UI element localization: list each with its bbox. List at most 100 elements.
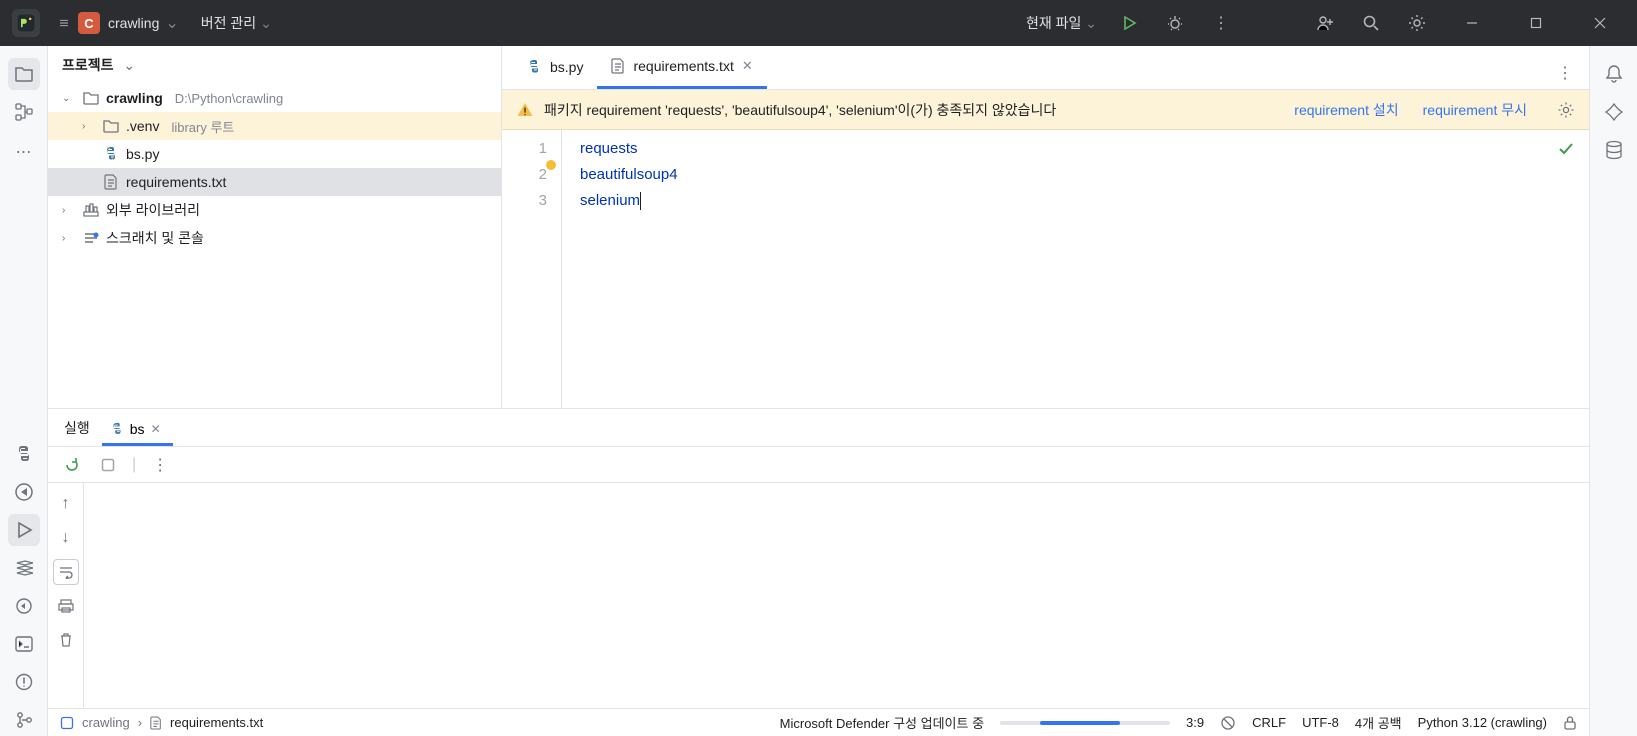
breadcrumb-root: crawling: [82, 715, 130, 730]
title-bar: C crawling ⌄ 버전 관리 ⌄ 현재 파일 ⌄ ⋮: [0, 0, 1637, 46]
caret-right-icon: ›: [62, 233, 76, 244]
ignore-requirement-link[interactable]: requirement 무시: [1423, 100, 1527, 120]
library-icon: [82, 203, 100, 217]
more-tools-button[interactable]: ⋯: [8, 136, 40, 168]
tree-item-requirements[interactable]: requirements.txt: [48, 168, 501, 196]
progress-bar[interactable]: [1000, 721, 1170, 725]
text-cursor: [640, 192, 641, 210]
requirements-banner: 패키지 requirement 'requests', 'beautifulso…: [502, 90, 1589, 130]
progress-label[interactable]: Microsoft Defender 구성 업데이트 중: [780, 713, 984, 732]
ai-assistant-tool-button[interactable]: [1598, 96, 1630, 128]
settings-icon[interactable]: [1403, 9, 1431, 37]
tree-item-label: 외부 라이브러리: [106, 200, 200, 220]
caret-down-icon: ⌄: [62, 93, 76, 104]
python-console-tool-button[interactable]: [8, 438, 40, 470]
project-badge: C: [78, 12, 100, 34]
close-button[interactable]: [1577, 0, 1623, 46]
run-gutter: ↑ ↓: [48, 483, 84, 708]
caret-right-icon: ›: [62, 205, 76, 216]
run-tool-window: 실행 bs ✕ | ⋮ ↑ ↓: [48, 408, 1589, 708]
lock-icon[interactable]: [1563, 715, 1577, 731]
project-name-label[interactable]: crawling: [108, 15, 159, 31]
line-separator[interactable]: CRLF: [1252, 715, 1286, 730]
run-tab-bs[interactable]: bs ✕: [102, 421, 173, 446]
tab-requirements[interactable]: requirements.txt ✕: [597, 45, 766, 89]
soft-wrap-button[interactable]: [53, 559, 79, 585]
structure-tool-button[interactable]: [8, 96, 40, 128]
editor-area: bs.py requirements.txt ✕ ⋮ 패키지 requireme…: [502, 46, 1589, 408]
print-button[interactable]: [53, 593, 79, 619]
project-panel-header[interactable]: 프로젝트 ⌄: [48, 46, 501, 84]
editor-tabs: bs.py requirements.txt ✕ ⋮: [502, 46, 1589, 90]
rerun-button[interactable]: [60, 453, 84, 477]
tree-item-hint: library 루트: [171, 117, 234, 136]
folder-icon: [102, 119, 120, 133]
folder-icon: [82, 91, 100, 105]
code-line: selenium: [580, 192, 640, 209]
tree-external-libs[interactable]: › 외부 라이브러리: [48, 196, 501, 224]
tree-root[interactable]: ⌄ crawling D:\Python\crawling: [48, 84, 501, 112]
run-tab-label: bs: [130, 421, 145, 437]
main-menu-button[interactable]: [50, 9, 78, 37]
terminal-tool-button[interactable]: [8, 628, 40, 660]
python-file-icon: [102, 146, 120, 162]
scroll-up-button[interactable]: ↑: [53, 491, 79, 517]
power-save-icon[interactable]: [1220, 715, 1236, 731]
problems-tool-button[interactable]: [8, 666, 40, 698]
code-editor[interactable]: 123 requests beautifulsoup4 selenium: [502, 130, 1589, 408]
text-file-icon: [611, 58, 625, 74]
close-tab-icon[interactable]: ✕: [742, 58, 753, 74]
notifications-tool-button[interactable]: [1598, 58, 1630, 90]
run-tool-button[interactable]: [8, 514, 40, 546]
module-icon: [60, 716, 74, 730]
tree-item-label: bs.py: [126, 146, 159, 162]
tab-label: requirements.txt: [633, 58, 733, 74]
code-line: requests: [580, 136, 678, 162]
python-file-icon: [526, 59, 542, 75]
run-output[interactable]: [84, 483, 1589, 708]
run-more-button[interactable]: ⋮: [148, 453, 172, 477]
scroll-down-button[interactable]: ↓: [53, 525, 79, 551]
maximize-button[interactable]: [1513, 0, 1559, 46]
encoding[interactable]: UTF-8: [1302, 715, 1339, 730]
debug-button[interactable]: [1161, 9, 1189, 37]
cursor-position[interactable]: 3:9: [1186, 715, 1204, 730]
tree-item-venv[interactable]: › .venv library 루트: [48, 112, 501, 140]
search-everywhere-icon[interactable]: [1357, 9, 1385, 37]
tree-item-bspy[interactable]: bs.py: [48, 140, 501, 168]
banner-settings-icon[interactable]: [1557, 101, 1575, 119]
services-tool-button[interactable]: [8, 552, 40, 584]
database-tool-button[interactable]: [1598, 134, 1630, 166]
inspection-ok-icon[interactable]: [1557, 140, 1575, 158]
vcs-tool-button[interactable]: [8, 704, 40, 736]
indent-setting[interactable]: 4개 공백: [1355, 713, 1402, 732]
warning-icon: [516, 101, 534, 119]
more-actions-button[interactable]: ⋮: [1207, 9, 1235, 37]
tree-root-path: D:\Python\crawling: [175, 91, 283, 106]
python-file-icon: [110, 422, 124, 436]
vcs-menu[interactable]: 버전 관리 ⌄: [201, 13, 272, 33]
debug-tool-button[interactable]: [8, 590, 40, 622]
interpreter[interactable]: Python 3.12 (crawling): [1418, 715, 1547, 730]
code-with-me-icon[interactable]: [1311, 9, 1339, 37]
breadcrumb[interactable]: crawling › requirements.txt: [60, 715, 263, 730]
tabs-menu-button[interactable]: ⋮: [1551, 57, 1579, 89]
gutter: 123: [502, 130, 562, 408]
project-tool-button[interactable]: [8, 58, 40, 90]
text-file-icon: [102, 174, 120, 190]
tree-scratches[interactable]: › 스크래치 및 콘솔: [48, 224, 501, 252]
trash-button[interactable]: [53, 627, 79, 653]
run-config-selector[interactable]: 현재 파일 ⌄: [1026, 13, 1097, 33]
tree-item-label: requirements.txt: [126, 174, 226, 190]
scratch-icon: [82, 231, 100, 245]
install-requirement-link[interactable]: requirement 설치: [1294, 100, 1398, 120]
gutter-change-marker: [546, 160, 556, 170]
run-button[interactable]: [1115, 9, 1143, 37]
python-packages-tool-button[interactable]: [8, 476, 40, 508]
right-tool-stripe: [1589, 46, 1637, 736]
minimize-button[interactable]: [1449, 0, 1495, 46]
tab-bspy[interactable]: bs.py: [512, 45, 597, 89]
close-icon[interactable]: ✕: [151, 422, 161, 436]
stop-button[interactable]: [96, 453, 120, 477]
tree-item-label: .venv: [126, 118, 159, 134]
